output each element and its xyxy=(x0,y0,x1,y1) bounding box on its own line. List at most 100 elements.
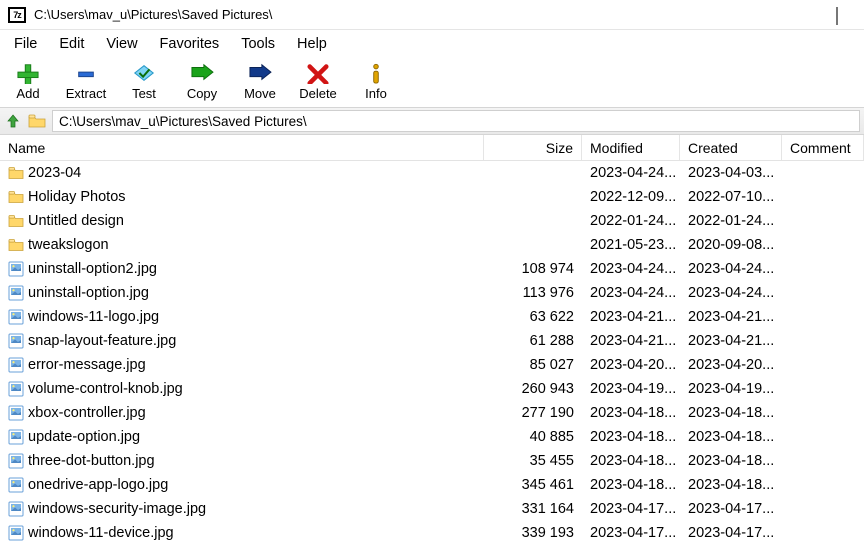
info-label: Info xyxy=(365,86,387,101)
file-row[interactable]: tweakslogon2021-05-23...2020-09-08... xyxy=(0,233,864,257)
folder-icon xyxy=(8,189,24,205)
address-bar: C:\Users\mav_u\Pictures\Saved Pictures\ xyxy=(0,107,864,135)
file-comment xyxy=(782,209,864,233)
menu-favorites[interactable]: Favorites xyxy=(150,32,230,56)
file-row[interactable]: Holiday Photos2022-12-09...2022-07-10... xyxy=(0,185,864,209)
file-created: 2023-04-19... xyxy=(680,377,782,401)
folder-icon xyxy=(28,113,46,129)
image-file-icon xyxy=(8,333,24,349)
file-modified: 2022-01-24... xyxy=(582,209,680,233)
file-row[interactable]: windows-11-device.jpg339 1932023-04-17..… xyxy=(0,521,864,545)
file-row[interactable]: windows-security-image.jpg331 1642023-04… xyxy=(0,497,864,521)
file-name: three-dot-button.jpg xyxy=(28,453,155,469)
file-created: 2023-04-03... xyxy=(680,161,782,185)
up-button[interactable] xyxy=(4,112,22,130)
file-comment xyxy=(782,353,864,377)
file-created: 2020-09-08... xyxy=(680,233,782,257)
file-modified: 2023-04-24... xyxy=(582,281,680,305)
file-size: 35 455 xyxy=(484,449,582,473)
file-comment xyxy=(782,377,864,401)
column-comment[interactable]: Comment xyxy=(782,135,864,160)
toolbar: Add Extract Test Copy Move Delete Info xyxy=(0,58,864,107)
menu-edit[interactable]: Edit xyxy=(49,32,94,56)
maximize-button[interactable] xyxy=(836,8,850,22)
column-name[interactable]: Name xyxy=(0,135,484,160)
app-icon: 7z xyxy=(8,7,26,23)
test-icon xyxy=(130,62,158,84)
column-header: Name Size Modified Created Comment xyxy=(0,135,864,161)
file-comment xyxy=(782,473,864,497)
menu-tools[interactable]: Tools xyxy=(231,32,285,56)
file-modified: 2023-04-21... xyxy=(582,329,680,353)
file-modified: 2023-04-17... xyxy=(582,497,680,521)
file-name: tweakslogon xyxy=(28,237,109,253)
column-size[interactable]: Size xyxy=(484,135,582,160)
file-modified: 2023-04-18... xyxy=(582,425,680,449)
file-row[interactable]: error-message.jpg85 0272023-04-20...2023… xyxy=(0,353,864,377)
move-icon xyxy=(246,62,274,84)
file-name: windows-11-logo.jpg xyxy=(28,309,159,325)
file-size xyxy=(484,161,582,185)
file-row[interactable]: xbox-controller.jpg277 1902023-04-18...2… xyxy=(0,401,864,425)
file-row[interactable]: Untitled design2022-01-24...2022-01-24..… xyxy=(0,209,864,233)
file-comment xyxy=(782,521,864,545)
copy-button[interactable]: Copy xyxy=(178,62,226,101)
file-size xyxy=(484,233,582,257)
file-modified: 2023-04-18... xyxy=(582,449,680,473)
file-comment xyxy=(782,449,864,473)
address-path-input[interactable]: C:\Users\mav_u\Pictures\Saved Pictures\ xyxy=(52,110,860,132)
column-created[interactable]: Created xyxy=(680,135,782,160)
menu-view[interactable]: View xyxy=(96,32,147,56)
file-name: 2023-04 xyxy=(28,165,81,181)
menu-help[interactable]: Help xyxy=(287,32,337,56)
file-comment xyxy=(782,281,864,305)
delete-button[interactable]: Delete xyxy=(294,62,342,101)
extract-icon xyxy=(72,62,100,84)
file-name: snap-layout-feature.jpg xyxy=(28,333,176,349)
file-comment xyxy=(782,425,864,449)
image-file-icon xyxy=(8,477,24,493)
file-size: 113 976 xyxy=(484,281,582,305)
column-modified[interactable]: Modified xyxy=(582,135,680,160)
file-row[interactable]: onedrive-app-logo.jpg345 4612023-04-18..… xyxy=(0,473,864,497)
file-comment xyxy=(782,185,864,209)
file-size: 339 193 xyxy=(484,521,582,545)
menu-file[interactable]: File xyxy=(4,32,47,56)
file-row[interactable]: 2023-042023-04-24...2023-04-03... xyxy=(0,161,864,185)
image-file-icon xyxy=(8,429,24,445)
window-title: C:\Users\mav_u\Pictures\Saved Pictures\ xyxy=(34,7,804,22)
file-created: 2023-04-20... xyxy=(680,353,782,377)
file-created: 2022-01-24... xyxy=(680,209,782,233)
file-comment xyxy=(782,401,864,425)
image-file-icon xyxy=(8,357,24,373)
file-modified: 2023-04-18... xyxy=(582,401,680,425)
file-row[interactable]: snap-layout-feature.jpg 61 2882023-04-21.… xyxy=(0,329,864,353)
minimize-button[interactable] xyxy=(804,8,818,22)
file-modified: 2022-12-09... xyxy=(582,185,680,209)
file-row[interactable]: volume-control-knob.jpg260 9432023-04-19… xyxy=(0,377,864,401)
image-file-icon xyxy=(8,525,24,541)
file-row[interactable]: three-dot-button.jpg35 4552023-04-18...2… xyxy=(0,449,864,473)
file-row[interactable]: update-option.jpg40 8852023-04-18...2023… xyxy=(0,425,864,449)
image-file-icon xyxy=(8,453,24,469)
add-button[interactable]: Add xyxy=(4,62,52,101)
test-button[interactable]: Test xyxy=(120,62,168,101)
file-name: xbox-controller.jpg xyxy=(28,405,146,421)
extract-button[interactable]: Extract xyxy=(62,62,110,101)
image-file-icon xyxy=(8,285,24,301)
file-row[interactable]: uninstall-option.jpg 113 9762023-04-24...… xyxy=(0,281,864,305)
file-modified: 2023-04-21... xyxy=(582,305,680,329)
copy-icon xyxy=(188,62,216,84)
move-button[interactable]: Move xyxy=(236,62,284,101)
file-name: uninstall-option.jpg xyxy=(28,285,149,301)
file-comment xyxy=(782,257,864,281)
image-file-icon xyxy=(8,309,24,325)
file-size: 40 885 xyxy=(484,425,582,449)
file-size: 61 288 xyxy=(484,329,582,353)
file-row[interactable]: uninstall-option2.jpg108 9742023-04-24..… xyxy=(0,257,864,281)
delete-label: Delete xyxy=(299,86,337,101)
info-button[interactable]: Info xyxy=(352,62,400,101)
file-row[interactable]: windows-11-logo.jpg63 6222023-04-21...20… xyxy=(0,305,864,329)
file-created: 2023-04-18... xyxy=(680,449,782,473)
folder-icon xyxy=(8,165,24,181)
